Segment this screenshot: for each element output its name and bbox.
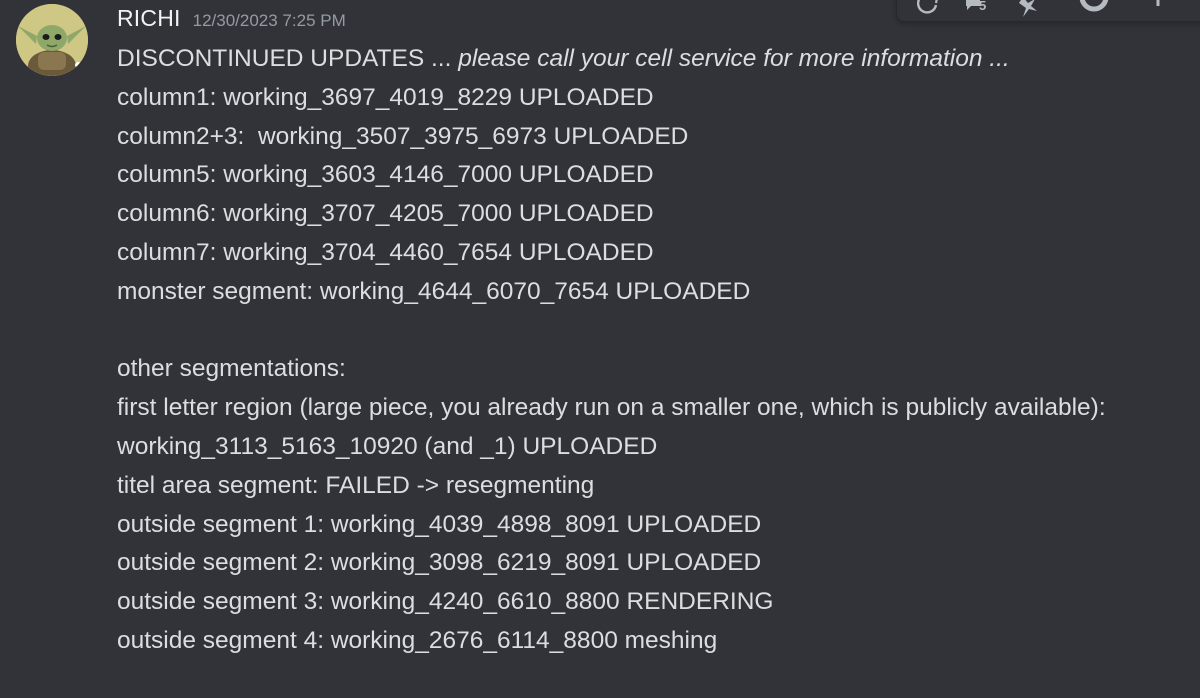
message-content: DISCONTINUED UPDATES ... please call you… [117, 40, 1187, 661]
message-line: outside segment 1: working_4039_4898_809… [117, 510, 762, 538]
add-reaction-icon [917, 0, 938, 14]
timestamp[interactable]: 12/30/2023 7:25 PM [193, 11, 346, 31]
pin-icon [1019, 0, 1037, 17]
thread-button[interactable]: 5 [959, 0, 993, 21]
baby-yoda-avatar-image [16, 4, 88, 76]
pin-button[interactable] [1013, 0, 1047, 21]
message-line: titel area segment: FAILED -> resegmenti… [117, 471, 595, 499]
message-line: column1: working_3697_4019_8229 UPLOADED [117, 83, 654, 111]
avatar[interactable] [16, 4, 88, 76]
message-header: RICHI 12/30/2023 7:25 PM [117, 5, 346, 35]
more-icon [1156, 0, 1160, 6]
message-line: column6: working_3707_4205_7000 UPLOADED [117, 200, 654, 228]
headline-line: DISCONTINUED UPDATES ... please call you… [117, 40, 1187, 79]
headline-text: DISCONTINUED UPDATES ... [117, 45, 459, 72]
other-segmentations-heading: other segmentations: [117, 355, 346, 383]
add-reaction-button[interactable] [911, 0, 945, 21]
message-line: column2+3: working_3507_3975_6973 UPLOAD… [117, 122, 689, 150]
message-line: column7: working_3704_4460_7654 UPLOADED [117, 238, 654, 266]
reply-icon [1079, 0, 1109, 12]
message-line: outside segment 3: working_4240_6610_880… [117, 588, 774, 616]
message-line: first letter region (large piece, you al… [117, 394, 1106, 460]
headline-italic-text: please call your cell service for more i… [458, 45, 1010, 72]
author-name[interactable]: RICHI [117, 5, 181, 32]
message-action-toolbar: 5 [896, 0, 1200, 22]
message-line: outside segment 2: working_3098_6219_809… [117, 549, 762, 577]
discord-message: RICHI 12/30/2023 7:25 PM 5 DISCONTINUED … [0, 0, 1200, 698]
more-options-button[interactable] [1141, 0, 1175, 21]
message-line: column5: working_3603_4146_7000 UPLOADED [117, 161, 654, 189]
reply-button[interactable] [1077, 0, 1111, 21]
message-line: monster segment: working_4644_6070_7654 … [117, 277, 751, 305]
message-line: outside segment 4: working_2676_6114_880… [117, 626, 718, 654]
thread-count: 5 [979, 0, 987, 13]
